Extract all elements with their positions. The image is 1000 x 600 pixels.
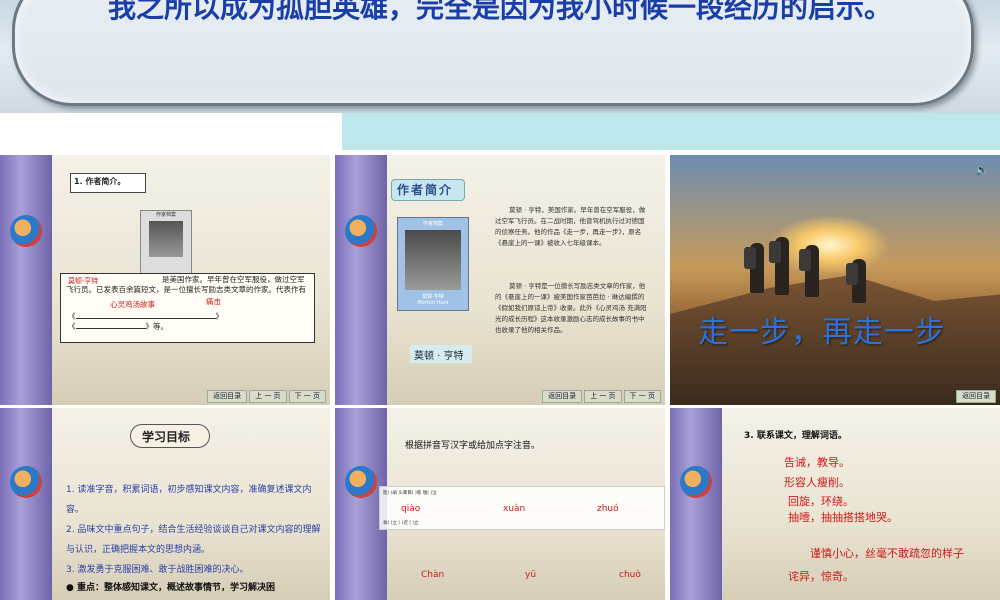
banner-title: 我之所以成为孤胆英雄，完全是因为我小时候一段经历的启示。	[107, 0, 892, 24]
answer-4: 抽噎，抽抽搭搭地哭。	[788, 511, 898, 524]
slide-thumbnail-4[interactable]: 学习目标 1. 读准字音，积累词语，初步感知课文内容，准确复述课文内容。 2. …	[0, 408, 330, 600]
cliff-graphic	[0, 155, 52, 405]
answer-annot1: 心灵鸡汤故事	[110, 300, 155, 309]
back-to-toc-button[interactable]: 返回目录	[956, 390, 996, 403]
back-to-toc-button[interactable]: 返回目录	[207, 390, 248, 403]
blank1-close: 》	[215, 312, 224, 321]
slide4-heading: 学习目标	[142, 430, 191, 444]
blank2-close: 》等。	[145, 322, 169, 331]
key-point: ● 重点：整体感知课文，概述故事情节，学习解决困	[66, 583, 275, 593]
slide-nav: 返回目录 上 一 页 下 一 页	[207, 390, 326, 403]
slide-thumbnail-6[interactable]: 3. 联系课文，理解词语。 告诫，教导。 形容人瘦削。 回旋，环绕。 抽噎，抽抽…	[670, 408, 1000, 600]
answer-annot2: 痛击	[206, 297, 221, 306]
slide5-heading: 根据拼音写汉字或给加点字注音。	[405, 441, 541, 451]
cliff-graphic	[0, 408, 52, 600]
pinyin-1-1: qiào	[401, 504, 421, 514]
slide1-text: 是美国作家。早年曾在空军服役，做过空军飞行员。已发表百余篇短文，是一位擅长写励志…	[66, 275, 306, 294]
answer-1: 告诫，教导。	[784, 456, 850, 469]
slide1-heading: 1. 作者简介。	[74, 177, 126, 186]
hiker-figure	[846, 259, 866, 303]
bio-para-1: 莫顿 · 亨特，美国作家。早年曾在空军服役，做过空军飞行员。在二战时期，他曾驾机…	[495, 206, 646, 247]
slide-thumbnail-1[interactable]: 1. 作者简介。 作家档案 莫顿·亨特 是美国作家。早年曾在空军服役，做过空军飞…	[0, 155, 330, 405]
slide-nav: 返回目录 上 一 页 下 一 页	[542, 390, 661, 403]
card-label: 作家档案	[155, 212, 176, 218]
goal-1: 1. 读准字音，积累词语，初步感知课文内容，准确复述课文内容。	[66, 485, 312, 515]
goal-2: 2. 品味文中重点句子，结合生活经验谈谈自己对课文内容的理解与认识，正确把握本文…	[66, 525, 321, 555]
prev-page-button[interactable]: 上 一 页	[584, 390, 622, 403]
hiker-figure	[769, 237, 789, 295]
author-photo	[405, 230, 461, 290]
slide-thumbnail-3[interactable]: 🔈 走一步，再走一步 返回目录	[670, 155, 1000, 405]
climber-icon	[345, 466, 377, 498]
next-page-button[interactable]: 下 一 页	[288, 390, 326, 403]
climber-icon	[680, 466, 712, 498]
pinyin-1-2: xuàn	[503, 504, 526, 514]
next-page-button[interactable]: 下 一 页	[623, 390, 661, 403]
slide6-heading: 3. 联系课文，理解词语。	[744, 431, 847, 441]
answer-3: 回旋，环绕。	[788, 495, 854, 508]
slide2-heading: 作者简介	[397, 183, 454, 197]
author-caption: 莫顿 · 亨特	[414, 351, 464, 362]
climber-icon	[345, 215, 377, 247]
slide-thumbnail-5[interactable]: 根据拼音写汉字或给加点字注音。 陡( )峭 头晕目( )眩 啜( )泣 qiào…	[335, 408, 665, 600]
cliff-graphic	[335, 155, 387, 405]
cliff-graphic	[670, 408, 722, 600]
blank1-open: 《	[68, 312, 76, 321]
hiker-figure	[799, 245, 819, 297]
answer-5: 谨慎小心，丝毫不敢疏忽的样子	[810, 547, 964, 560]
card-name-en: Morton Hunt	[417, 300, 449, 306]
card-label: 作家档案	[422, 221, 443, 227]
pinyin-2-2: yū	[525, 570, 537, 580]
pinyin-2-3: chuò	[619, 570, 641, 580]
climber-icon	[10, 466, 42, 498]
card-name: 莫顿·亨特	[422, 294, 444, 300]
slide-thumbnail-2[interactable]: 作者简介 作家档案 莫顿·亨特 Morton Hunt 莫顿 · 亨特 莫顿 ·…	[335, 155, 665, 405]
climber-icon	[10, 215, 42, 247]
fill-row-2: 耸( )立 ( )迟 ( )立	[383, 521, 419, 526]
slide-nav: 返回目录	[956, 390, 996, 403]
fill-row-1: 陡( )峭 头晕目( )眩 啜( )泣	[383, 491, 437, 496]
top-banner: 我之所以成为孤胆英雄，完全是因为我小时候一段经历的启示。	[0, 0, 1000, 113]
pinyin-2-1: Chàn	[421, 570, 445, 580]
bio-para-2: 莫顿 · 亨特是一位擅长写励志类文章的作家，他的《悬崖上的一课》被美国作家芭芭拉…	[495, 282, 647, 334]
back-to-toc-button[interactable]: 返回目录	[542, 390, 583, 403]
author-photo	[149, 221, 183, 257]
slide3-caption: 走一步，再走一步	[698, 315, 946, 350]
pinyin-1-3: zhuó	[597, 504, 619, 514]
answer-6: 诧异，惊奇。	[788, 570, 854, 583]
blank2-open: 《	[68, 322, 76, 331]
accent-strip	[342, 113, 1000, 150]
hiker-figure	[744, 243, 764, 293]
speaker-icon[interactable]: 🔈	[976, 165, 988, 176]
goal-3: 3. 激发勇于克服困难、敢于战胜困难的决心。	[66, 565, 249, 575]
prev-page-button[interactable]: 上 一 页	[249, 390, 287, 403]
answer-2: 形容人瘦削。	[784, 476, 850, 489]
